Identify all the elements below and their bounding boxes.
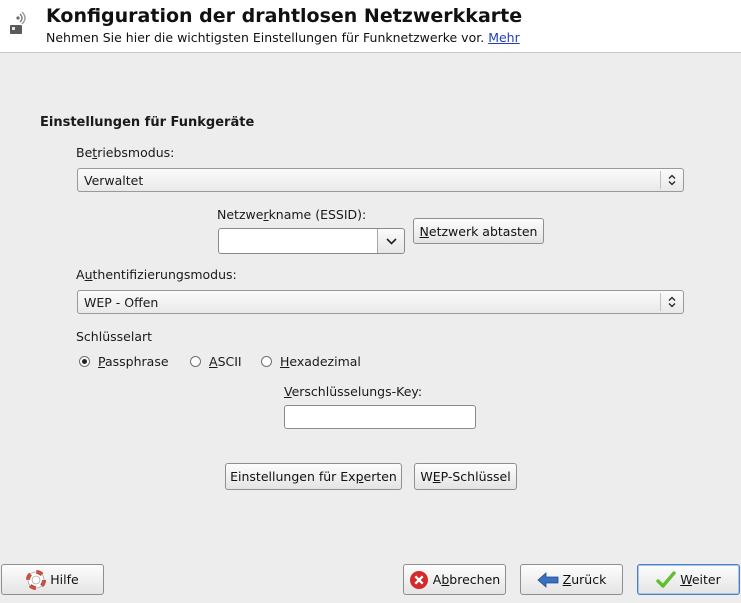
label-part: urück	[571, 572, 607, 587]
label-mnemonic: u	[84, 267, 93, 282]
radio-hexadecimal[interactable]: Hexadezimal	[261, 354, 361, 369]
label-part: brechen	[449, 572, 501, 587]
label-part: kname (ESSID):	[268, 207, 367, 222]
radio-passphrase[interactable]: Passphrase	[79, 354, 169, 369]
page-subtitle: Nehmen Sie hier die wichtigsten Einstell…	[46, 30, 520, 45]
help-label: Hilfe	[50, 572, 79, 587]
label-part: erten	[363, 469, 397, 484]
back-button[interactable]: Zurück	[520, 564, 623, 595]
label-mnemonic: Z	[562, 572, 572, 587]
arrow-left-icon	[537, 571, 559, 588]
operating-mode-value: Verwaltet	[84, 173, 144, 188]
checkmark-icon	[656, 570, 676, 589]
subtitle-text: Nehmen Sie hier die wichtigsten Einstell…	[46, 30, 485, 45]
label-mnemonic: A	[209, 354, 218, 369]
label-part: eiter	[691, 572, 721, 587]
radio-dot	[82, 359, 87, 364]
cancel-icon	[409, 570, 429, 590]
label-part: Einstellungen für Ex	[230, 469, 356, 484]
expert-settings-button[interactable]: Einstellungen für Experten	[225, 463, 402, 490]
label-part: W	[420, 469, 433, 484]
auth-mode-select[interactable]: WEP - Offen	[77, 290, 684, 314]
label-mnemonic: p	[355, 469, 364, 484]
updown-arrows-icon	[660, 171, 683, 189]
operating-mode-label: Betriebsmodus:	[76, 145, 174, 160]
cancel-button[interactable]: Abbrechen	[403, 564, 506, 595]
radio-circle	[79, 356, 90, 367]
lifebuoy-icon	[26, 569, 47, 590]
page-title: Konfiguration der drahtlosen Netzwerkkar…	[46, 5, 523, 27]
label-part: riebsmodus:	[97, 145, 175, 160]
label-part: exadezimal	[289, 354, 361, 369]
scan-network-button[interactable]: Netzwerk abtasten	[413, 218, 544, 244]
essid-label: Netzwerkname (ESSID):	[217, 207, 366, 222]
encryption-key-input[interactable]	[284, 405, 476, 429]
encryption-key-label: Verschlüsselungs-Key:	[284, 384, 422, 399]
label-part: erschlüsselungs-Key:	[291, 384, 423, 399]
essid-combobox[interactable]	[218, 228, 405, 254]
label-part: SCII	[217, 354, 242, 369]
radio-circle	[190, 356, 201, 367]
label-mnemonic: V	[284, 384, 292, 399]
help-button[interactable]: Hilfe	[1, 564, 104, 595]
header: Konfiguration der drahtlosen Netzwerkkar…	[0, 0, 741, 53]
wireless-network-card-icon	[6, 10, 32, 38]
label-mnemonic: P	[98, 354, 105, 369]
label-mnemonic: N	[419, 223, 429, 239]
label-mnemonic: H	[280, 354, 290, 369]
operating-mode-select[interactable]: Verwaltet	[77, 168, 684, 192]
auth-mode-value: WEP - Offen	[84, 295, 159, 310]
radio-circle	[261, 356, 272, 367]
label-part: Netzwe	[217, 207, 264, 222]
more-link[interactable]: Mehr	[488, 30, 520, 45]
label-mnemonic: E	[432, 469, 441, 484]
auth-mode-label: Authentifizierungsmodus:	[76, 267, 237, 282]
label-mnemonic: W	[680, 572, 692, 587]
next-button[interactable]: Weiter	[637, 564, 740, 595]
radio-ascii[interactable]: ASCII	[190, 354, 242, 369]
chevron-down-icon[interactable]	[377, 229, 404, 253]
label-part: assphrase	[104, 354, 169, 369]
wep-keys-button[interactable]: WEP-Schlüssel	[414, 463, 517, 490]
updown-arrows-icon	[660, 293, 683, 311]
label-part: Be	[76, 145, 93, 160]
section-title: Einstellungen für Funkgeräte	[40, 115, 255, 130]
key-type-label: Schlüsselart	[76, 329, 153, 344]
label-part: P-Schlüssel	[440, 469, 511, 484]
label-part: thentifizierungsmodus:	[92, 267, 237, 282]
label-part: etzwerk abtasten	[428, 223, 538, 239]
label-part: A	[76, 267, 85, 282]
